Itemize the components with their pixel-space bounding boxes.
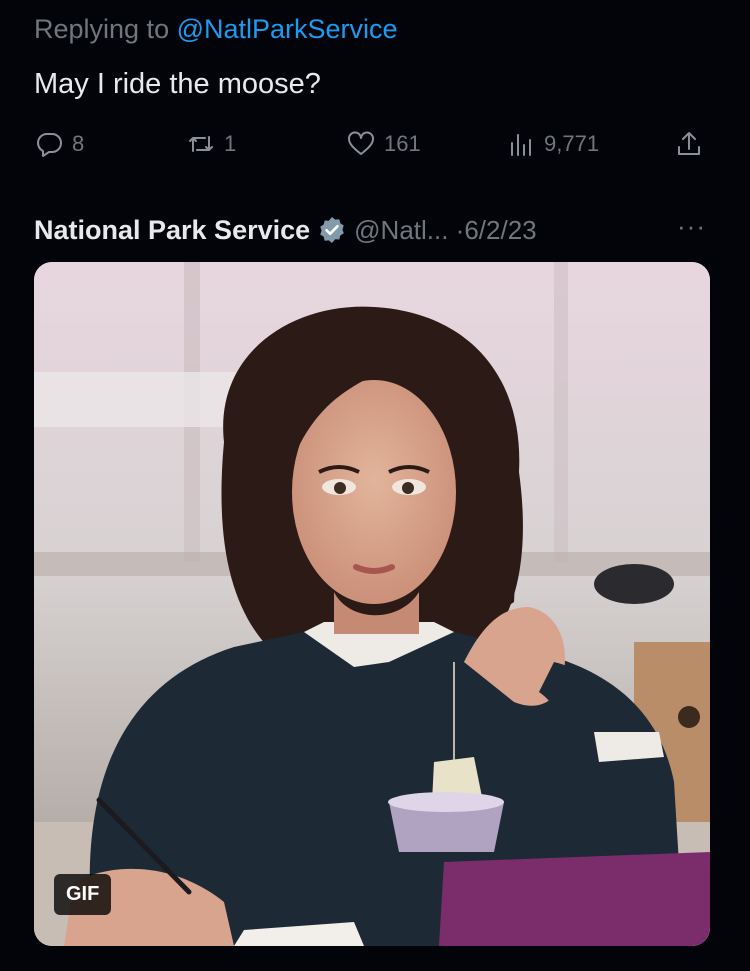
bar-chart-icon [511,134,531,156]
retweet-icon [189,136,213,152]
gif-badge: GIF [54,874,112,915]
replying-to-line: Replying to @NatlParkService [34,14,398,45]
gif-frame-image [34,262,710,946]
heart-icon [348,131,374,155]
replying-to-label: Replying to [34,14,177,44]
reply-button[interactable]: 8 [34,124,84,164]
retweet-button[interactable]: 1 [186,124,236,164]
speech-bubble-icon [37,133,62,157]
replying-to-handle-link[interactable]: @NatlParkService [177,14,398,44]
retweet-count: 1 [224,131,237,156]
quoted-media-gif[interactable]: GIF [34,262,710,946]
views-count: 9,771 [544,131,600,156]
quoted-tweet-header: National Park Service @Natl... ·6/2/23 ·… [34,208,714,252]
tweet-thread-view: Replying to @NatlParkService May I ride … [0,0,750,971]
more-horizontal-icon[interactable]: ··· [677,213,706,239]
like-button[interactable]: 161 [346,124,421,164]
tweet-text: May I ride the moose? [34,68,321,100]
views-button[interactable]: 9,771 [506,124,599,164]
tweet-action-bar: 8 1 161 9,771 [34,124,714,164]
reply-count: 8 [72,131,85,156]
author-handle-and-date: @Natl... ·6/2/23 [354,214,537,245]
author-name[interactable]: National Park Service [34,215,310,246]
verified-badge-icon [320,217,344,243]
share-button[interactable] [674,124,704,164]
like-count: 161 [384,131,421,156]
share-upload-icon [678,132,700,155]
